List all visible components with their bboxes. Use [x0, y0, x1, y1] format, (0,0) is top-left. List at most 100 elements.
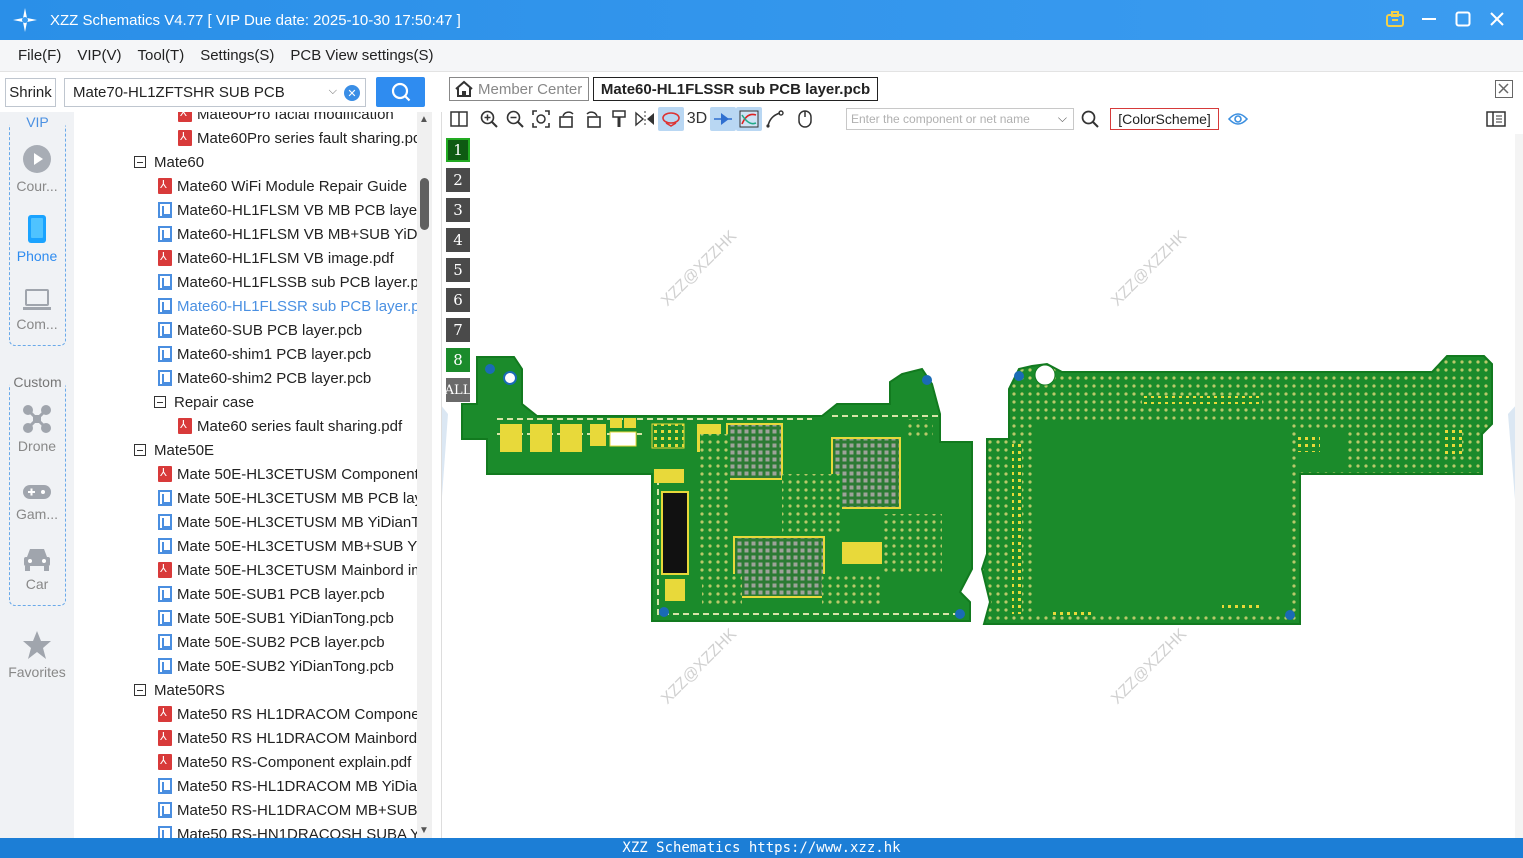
- zoom-out-icon[interactable]: [502, 107, 528, 131]
- mouse-icon[interactable]: [792, 107, 818, 131]
- pdf-file-icon: [158, 466, 172, 482]
- tree-file-item[interactable]: Mate 50E-SUB2 YiDianTong.pcb: [158, 654, 394, 678]
- menu-pcb-view-settings[interactable]: PCB View settings(S): [282, 47, 441, 64]
- nav-favorites[interactable]: Favorites: [0, 630, 74, 680]
- tree-file-item[interactable]: Mate50 RS-HN1DRACOSH SUBA Y: [158, 822, 417, 838]
- tree-file-item[interactable]: Mate60-HL1FLSM VB MB PCB layer: [158, 198, 417, 222]
- split-view-icon[interactable]: [446, 107, 472, 131]
- tree-file-item[interactable]: Mate60 series fault sharing.pdf: [178, 414, 402, 438]
- tree-group[interactable]: Mate60: [134, 150, 204, 174]
- nav-drone-label: Drone: [17, 438, 57, 454]
- net-arrow-icon[interactable]: [710, 107, 736, 131]
- scroll-up-icon[interactable]: ▲: [419, 114, 429, 125]
- collapse-toggle-icon[interactable]: [134, 444, 146, 456]
- clear-icon[interactable]: ✕: [344, 85, 360, 101]
- maximize-button[interactable]: [1451, 6, 1475, 32]
- tree-group[interactable]: Mate50E: [134, 438, 214, 462]
- nav-gaming[interactable]: Gam...: [0, 482, 74, 522]
- collapse-toggle-icon[interactable]: [134, 684, 146, 696]
- pcb-file-icon: [158, 202, 172, 218]
- menu-file[interactable]: File(F): [10, 47, 69, 64]
- tree-group[interactable]: Repair case: [154, 390, 254, 414]
- tree-file-item[interactable]: Mate60-shim2 PCB layer.pcb: [158, 366, 371, 390]
- pcb-file-icon: [158, 322, 172, 338]
- tree-file-item[interactable]: Mate 50E-SUB1 PCB layer.pcb: [158, 582, 385, 606]
- home-icon: [455, 80, 473, 97]
- briefcase-icon[interactable]: [1383, 6, 1407, 32]
- tree-file-item[interactable]: Mate60-shim1 PCB layer.pcb: [158, 342, 371, 366]
- tree-file-item[interactable]: Mate60-HL1FLSM VB MB+SUB YiDianTong: [158, 222, 417, 246]
- component-search-icon[interactable]: [1077, 107, 1103, 131]
- probe-icon[interactable]: [762, 107, 788, 131]
- nav-favorites-label: Favorites: [8, 664, 66, 680]
- menu-vip[interactable]: VIP(V): [69, 47, 129, 64]
- scroll-thumb[interactable]: [420, 178, 429, 230]
- scroll-down-icon[interactable]: ▼: [419, 825, 429, 836]
- tree-file-item[interactable]: Mate60Pro series fault sharing.pdf: [178, 126, 417, 150]
- brush-icon[interactable]: [606, 107, 632, 131]
- tree-file-item[interactable]: Mate 50E-HL3CETUSM Mainbord image: [158, 558, 417, 582]
- tree-file-item[interactable]: Mate50 RS HL1DRACOM Component: [158, 702, 417, 726]
- model-combo[interactable]: Mate70-HL1ZFTSHR SUB PCB ⌵ ✕: [64, 78, 366, 107]
- collapse-toggle-icon[interactable]: [154, 396, 166, 408]
- menu-settings[interactable]: Settings(S): [192, 47, 282, 64]
- nav-car[interactable]: Car: [0, 546, 74, 592]
- trace-view-icon[interactable]: [736, 107, 762, 131]
- search-button[interactable]: [376, 77, 425, 107]
- pcb-board-drawing[interactable]: [442, 134, 1515, 838]
- side-panel-icon[interactable]: [1483, 107, 1509, 131]
- nav-courses[interactable]: Cour...: [0, 144, 74, 194]
- tree-item-label: Mate60Pro series fault sharing.pdf: [197, 129, 417, 147]
- tree-file-item[interactable]: Mate60-HL1FLSSB sub PCB layer.pcb: [158, 270, 417, 294]
- component-search-input[interactable]: Enter the component or net name ⌵: [846, 108, 1074, 130]
- tab-member-center[interactable]: Member Center: [449, 77, 589, 101]
- nav-drone[interactable]: Drone: [0, 404, 74, 454]
- tree-file-item[interactable]: Mate 50E-SUB2 PCB layer.pcb: [158, 630, 385, 654]
- tree-file-item[interactable]: Mate 50E-HL3CETUSM MB+SUB YiDianTong: [158, 534, 417, 558]
- eye-icon[interactable]: [1225, 107, 1251, 131]
- tree-file-item[interactable]: Mate60-HL1FLSSR sub PCB layer.pcb: [158, 294, 417, 318]
- shrink-button[interactable]: Shrink: [5, 78, 56, 107]
- pdf-file-icon: [158, 706, 172, 722]
- left-nav: VIP Custom Cour... Phone Com... Drone Ga…: [0, 112, 74, 838]
- panel-splitter[interactable]: [432, 112, 442, 838]
- tree-file-item[interactable]: Mate60-SUB PCB layer.pcb: [158, 318, 362, 342]
- tree-file-item[interactable]: Mate60 WiFi Module Repair Guide: [158, 174, 407, 198]
- tree-file-item[interactable]: Mate 50E-HL3CETUSM MB YiDianTong: [158, 510, 417, 534]
- view-3d-button[interactable]: 3D: [684, 107, 710, 131]
- rotate-left-icon[interactable]: [554, 107, 580, 131]
- tree-file-item[interactable]: Mate50 RS HL1DRACOM Mainbord: [158, 726, 417, 750]
- tree-file-item[interactable]: Mate60Pro facial modification: [178, 112, 394, 126]
- chevron-down-icon[interactable]: ⌵: [329, 85, 337, 98]
- fit-view-icon[interactable]: [528, 107, 554, 131]
- collapse-toggle-icon[interactable]: [134, 156, 146, 168]
- mirror-icon[interactable]: [632, 107, 658, 131]
- close-button[interactable]: [1485, 6, 1509, 32]
- tab-pcb-file-label: Mate60-HL1FLSSR sub PCB layer.pcb: [600, 80, 871, 98]
- color-scheme-button[interactable]: [ColorScheme]: [1110, 108, 1219, 130]
- tab-pcb-file[interactable]: Mate60-HL1FLSSR sub PCB layer.pcb: [593, 77, 878, 101]
- tree-file-item[interactable]: Mate60-HL1FLSM VB image.pdf: [158, 246, 394, 270]
- tree-file-item[interactable]: Mate50 RS-HL1DRACOM MB+SUB: [158, 798, 417, 822]
- nav-phone[interactable]: Phone: [0, 214, 74, 264]
- close-tab-icon[interactable]: [1495, 80, 1513, 98]
- tree-file-item[interactable]: Mate50 RS-Component explain.pdf: [158, 750, 411, 774]
- tab-bar: Member Center Mate60-HL1FLSSR sub PCB la…: [442, 72, 1523, 104]
- tree-scrollbar[interactable]: ▲ ▼: [417, 112, 432, 838]
- tree-file-item[interactable]: Mate 50E-SUB1 YiDianTong.pcb: [158, 606, 394, 630]
- tree-file-item[interactable]: Mate50 RS-HL1DRACOM MB YiDianTong: [158, 774, 417, 798]
- tree-file-item[interactable]: Mate 50E-HL3CETUSM Component: [158, 462, 417, 486]
- chevron-down-icon[interactable]: ⌵: [1058, 111, 1067, 126]
- tree-item-label: Mate 50E-HL3CETUSM MB+SUB YiDianTong: [177, 537, 417, 555]
- minimize-button[interactable]: [1417, 6, 1441, 32]
- rotate-right-icon[interactable]: [580, 107, 606, 131]
- menu-tool[interactable]: Tool(T): [130, 47, 193, 64]
- pcb-canvas[interactable]: 1 2 3 4 5 6 7 8 ALL XZZ@XZZHK XZZ@XZZHK …: [442, 134, 1515, 838]
- nav-computer[interactable]: Com...: [0, 288, 74, 332]
- status-bar: XZZ Schematics https://www.xzz.hk: [0, 838, 1523, 858]
- pcb-file-icon: [158, 634, 172, 650]
- zoom-in-icon[interactable]: [476, 107, 502, 131]
- flip-board-icon[interactable]: [658, 107, 684, 131]
- tree-file-item[interactable]: Mate 50E-HL3CETUSM MB PCB layer: [158, 486, 417, 510]
- tree-group[interactable]: Mate50RS: [134, 678, 225, 702]
